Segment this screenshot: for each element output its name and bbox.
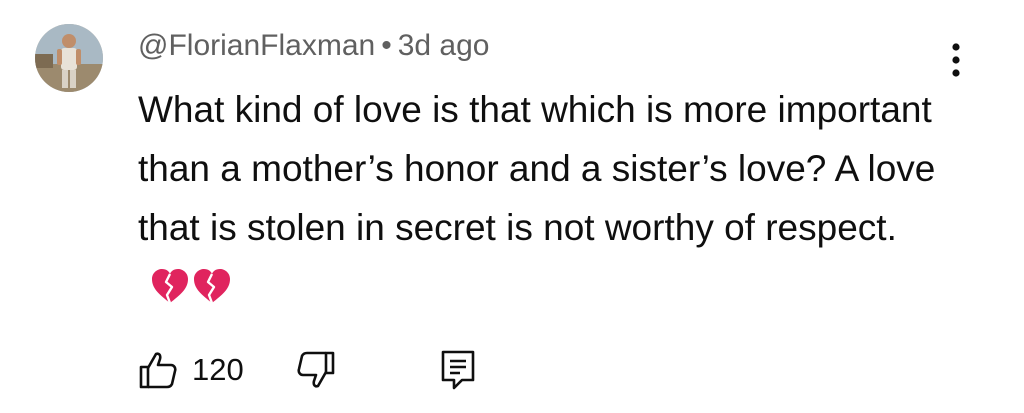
broken-hearts-emoji [150,263,234,322]
dislike-button[interactable] [296,345,336,395]
avatar-image [35,24,103,92]
like-count: 120 [192,352,244,387]
thumbs-down-icon [297,351,335,388]
broken-heart-icon [152,269,188,304]
more-vertical-icon [952,43,960,77]
reply-comment-icon [441,350,475,390]
meta-separator: • [381,29,392,62]
author-name[interactable]: @FlorianFlaxman [138,29,375,62]
comment-actions: 120 [138,345,538,395]
comment: @FlorianFlaxman • 3d ago What kind of love… [0,0,1024,413]
comment-body: What kind of love is that which is more … [138,80,938,322]
avatar[interactable] [35,24,103,92]
like-button[interactable]: 120 [138,345,244,395]
more-options-button[interactable] [938,36,974,84]
thumbs-up-icon [139,352,177,389]
broken-heart-icon [194,269,230,304]
comment-time[interactable]: 3d ago [398,29,490,62]
comment-meta: @FlorianFlaxman • 3d ago [138,26,489,66]
reply-button[interactable] [440,345,476,395]
comment-text: What kind of love is that which is more … [138,89,936,248]
